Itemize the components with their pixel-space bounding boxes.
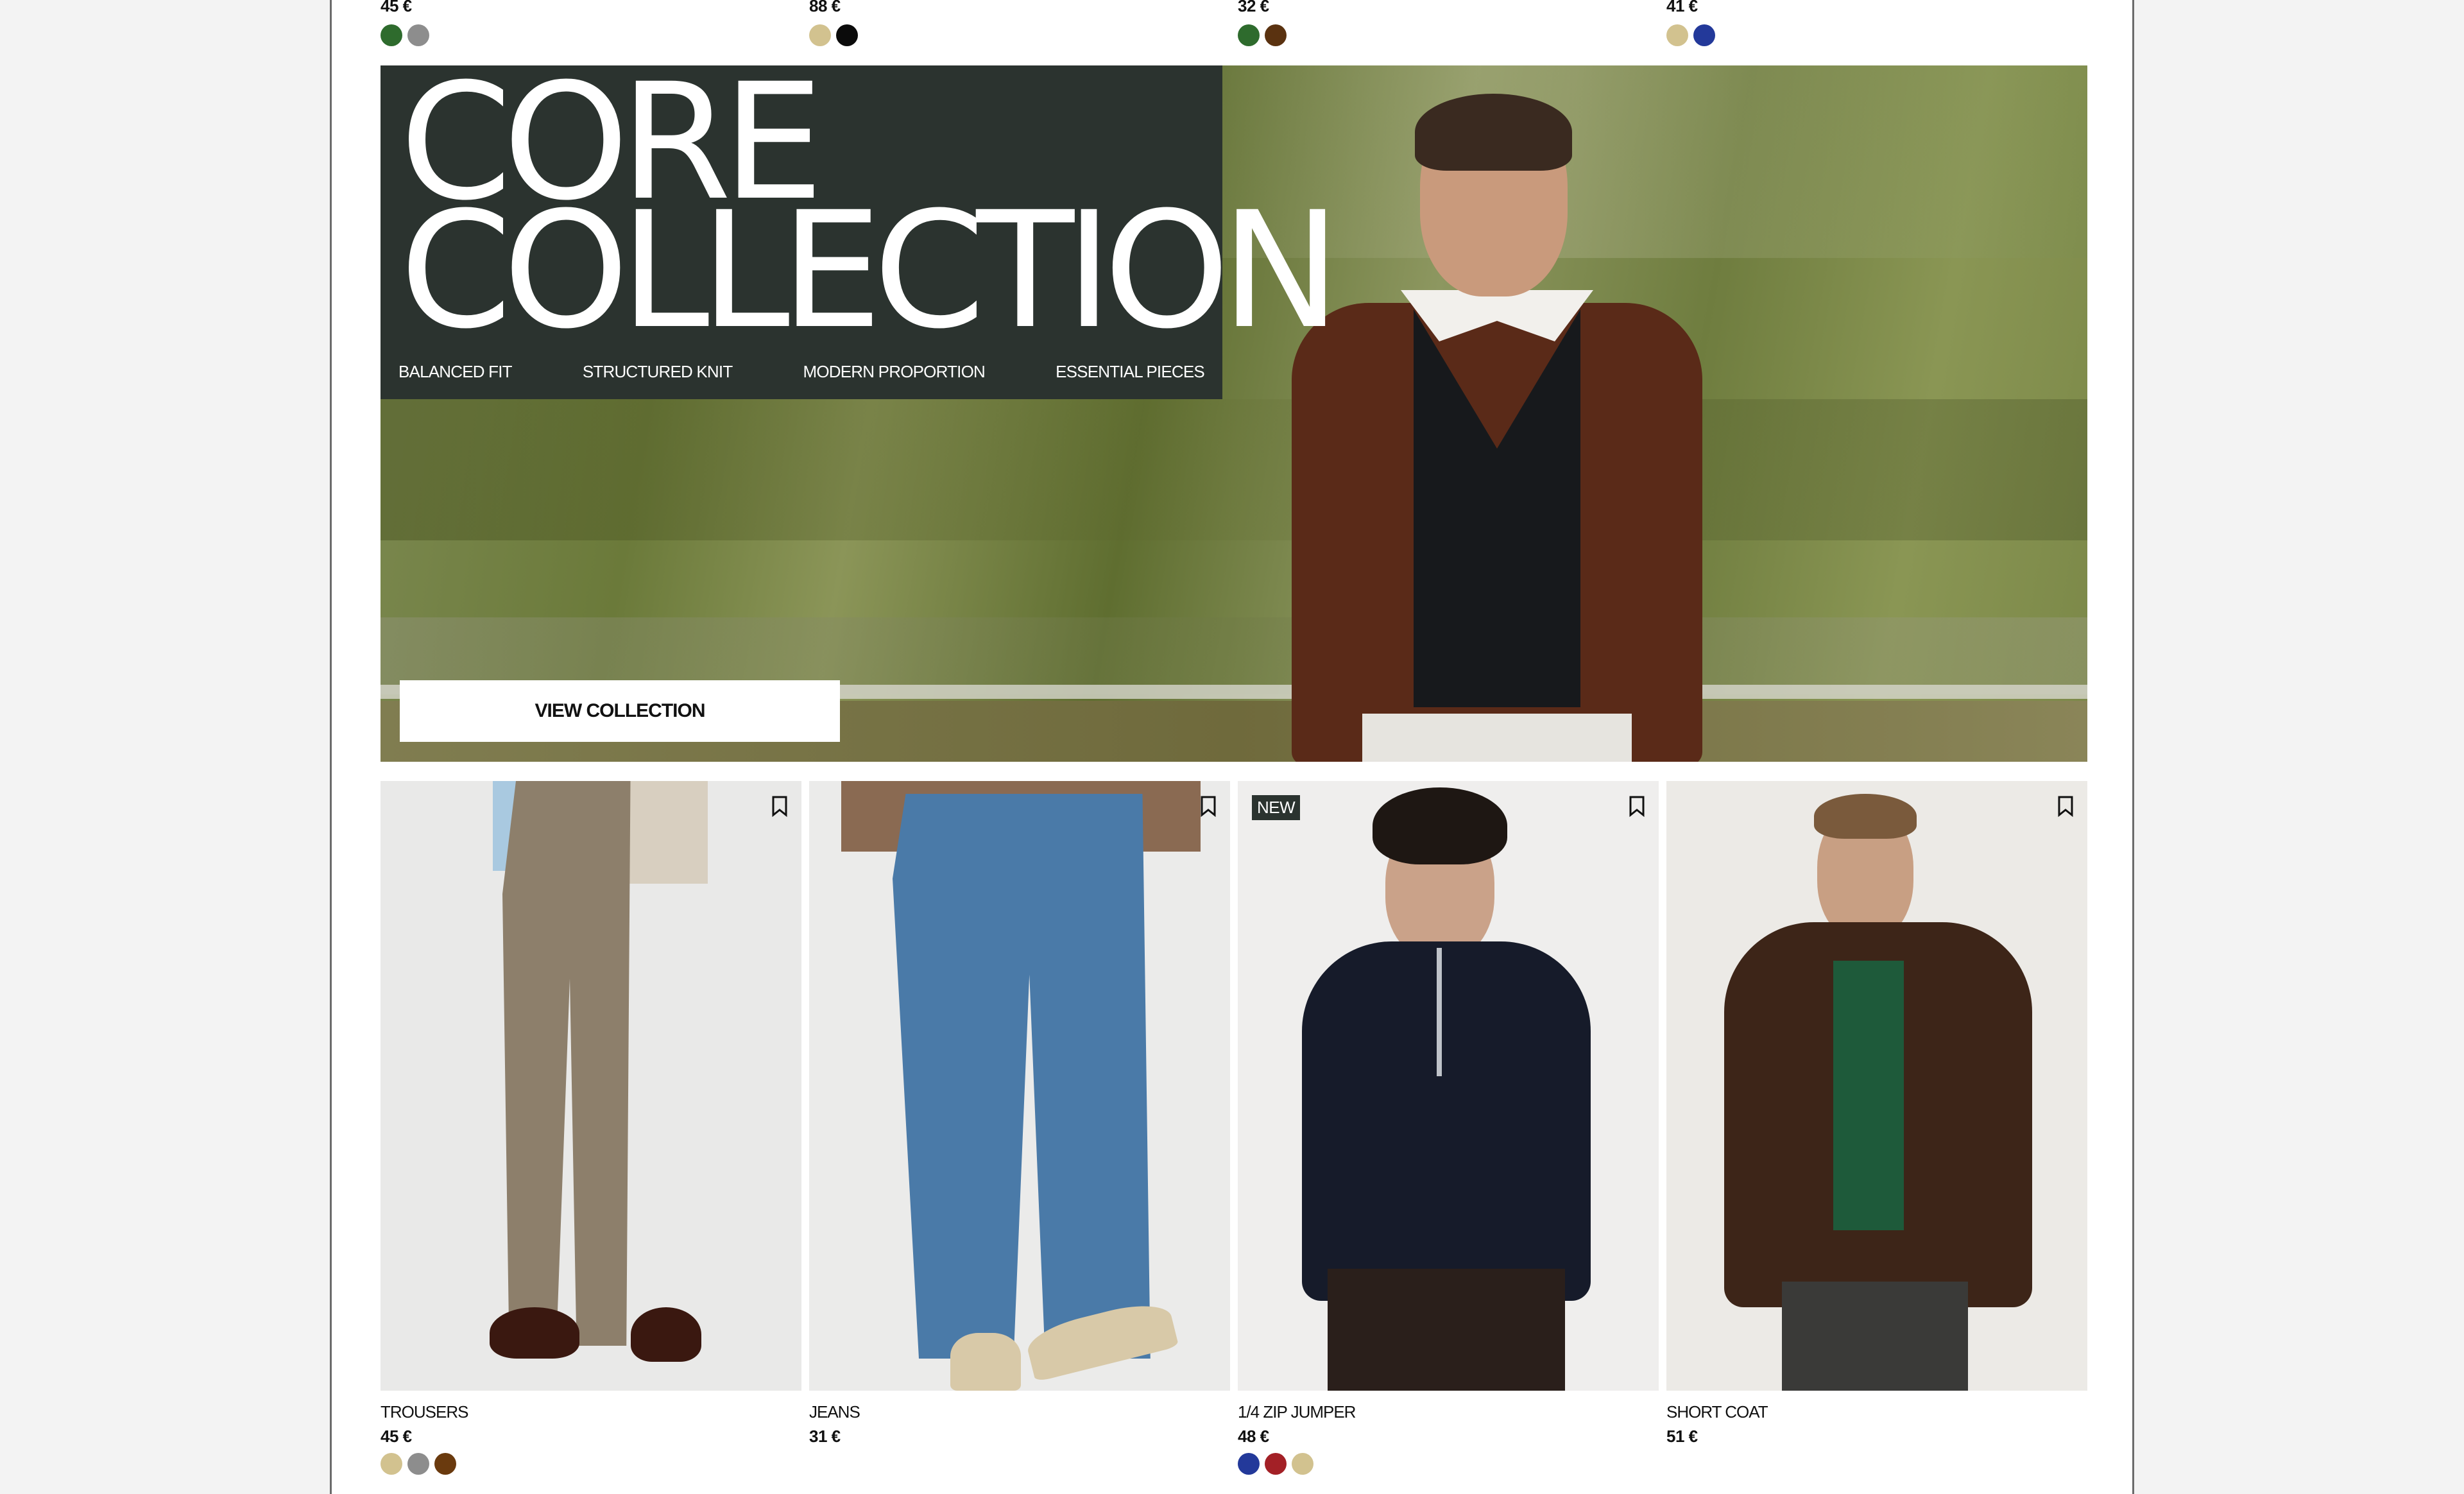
product-card-top-3[interactable]: 32 € [1238,0,1659,51]
color-swatches [1666,24,1715,46]
color-swatch[interactable] [1238,24,1260,46]
bookmark-icon[interactable] [771,795,789,817]
product-card-short-coat[interactable]: SHORT COAT 51 € [1666,781,2087,1494]
hero-tag: STRUCTURED KNIT [582,362,733,381]
product-image[interactable] [381,781,801,1391]
product-name[interactable]: TROUSERS [381,1402,468,1422]
view-collection-button[interactable]: VIEW COLLECTION [400,680,840,742]
color-swatch[interactable] [1265,1453,1287,1475]
color-swatch[interactable] [407,1453,429,1475]
product-price: 32 € [1238,0,1269,15]
new-badge: NEW [1252,795,1301,820]
hero-title: CORE COLLECTION [400,65,1341,364]
color-swatches [381,1453,456,1475]
core-collection-banner[interactable]: CORE COLLECTION BALANCED FIT STRUCTURED … [381,65,2087,762]
product-card-top-4[interactable]: 41 € [1666,0,2087,51]
product-price: 51 € [1666,1427,1698,1446]
product-name[interactable]: SHORT COAT [1666,1402,1768,1422]
product-image[interactable] [1666,781,2087,1391]
color-swatches [381,24,429,46]
color-swatch[interactable] [1666,24,1688,46]
color-swatch[interactable] [1693,24,1715,46]
product-card-top-2[interactable]: 88 € [809,0,1230,51]
product-image[interactable] [809,781,1230,1391]
color-swatch[interactable] [381,24,402,46]
product-price: 45 € [381,1427,412,1446]
bookmark-icon[interactable] [2057,795,2075,817]
product-price: 88 € [809,0,841,15]
color-swatch[interactable] [809,24,831,46]
hero-tags: BALANCED FIT STRUCTURED KNIT MODERN PROP… [398,362,1205,382]
product-name[interactable]: 1/4 ZIP JUMPER [1238,1402,1356,1422]
product-price: 41 € [1666,0,1698,15]
product-card-zip-jumper[interactable]: NEW 1/4 ZIP JUMPER 48 € [1238,781,1659,1494]
product-card-trousers[interactable]: TROUSERS 45 € [381,781,801,1494]
color-swatches [1238,24,1287,46]
color-swatch[interactable] [1238,1453,1260,1475]
color-swatch[interactable] [434,1453,456,1475]
product-listing-page: 45 € 88 € 32 € 41 € CORE COLLECTION BALA… [330,0,2134,1494]
hero-tag: ESSENTIAL PIECES [1056,362,1205,381]
bookmark-icon[interactable] [1199,795,1217,817]
product-price: 31 € [809,1427,841,1446]
hero-background-blur [381,399,2087,540]
hero-tag: MODERN PROPORTION [803,362,986,381]
color-swatch[interactable] [836,24,858,46]
bookmark-icon[interactable] [1628,795,1646,817]
hero-title-panel: CORE COLLECTION BALANCED FIT STRUCTURED … [381,65,1341,399]
color-swatch[interactable] [381,1453,402,1475]
product-name[interactable]: JEANS [809,1402,860,1422]
product-card-jeans[interactable]: JEANS 31 € [809,781,1230,1494]
color-swatches [809,24,858,46]
color-swatch[interactable] [407,24,429,46]
product-price: 48 € [1238,1427,1269,1446]
hero-model-image [1272,94,1709,762]
product-card-top-1[interactable]: 45 € [381,0,801,51]
product-image[interactable] [1238,781,1659,1391]
product-price: 45 € [381,0,412,15]
color-swatch[interactable] [1292,1453,1313,1475]
hero-tag: BALANCED FIT [398,362,513,381]
color-swatch[interactable] [1265,24,1287,46]
color-swatches [1238,1453,1313,1475]
